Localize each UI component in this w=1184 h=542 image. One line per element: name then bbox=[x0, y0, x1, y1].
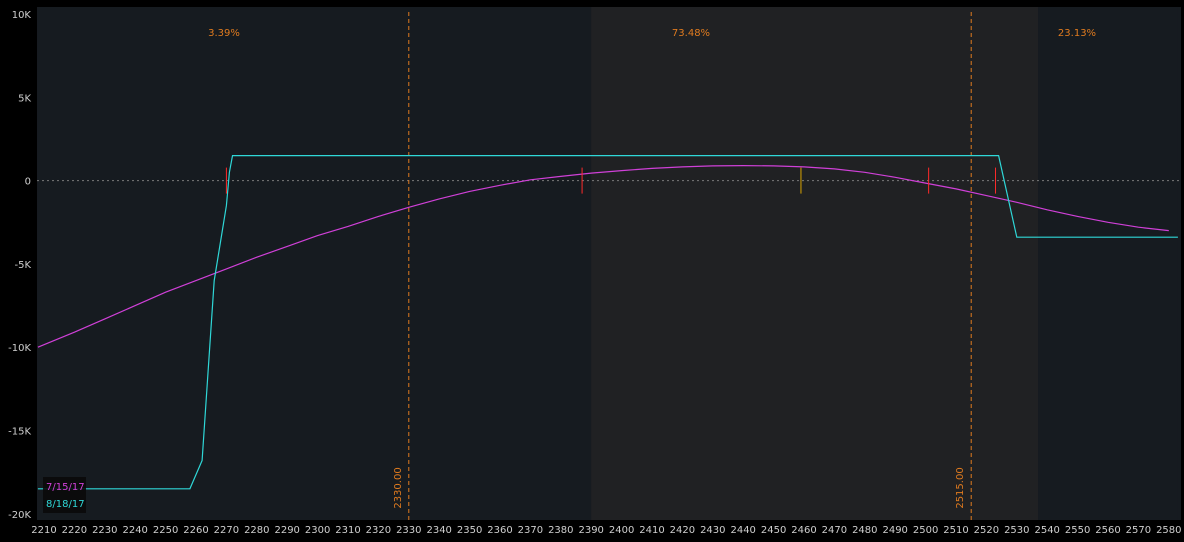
x-tick-label: 2510 bbox=[943, 525, 968, 536]
x-tick-label: 2500 bbox=[913, 525, 938, 536]
x-tick-label: 2410 bbox=[639, 525, 664, 536]
x-tick-label: 2270 bbox=[214, 525, 239, 536]
x-tick-label: 2250 bbox=[153, 525, 178, 536]
y-tick-label: -20K bbox=[8, 510, 31, 521]
x-tick-label: 2260 bbox=[183, 525, 208, 536]
payoff-chart: 3.39% 73.48% 23.13% 2330.00 2515.00 10K 5K 0 -… bbox=[8, 7, 1182, 536]
x-tick-label: 2520 bbox=[974, 525, 999, 536]
x-tick-label: 2380 bbox=[548, 525, 573, 536]
legend-entry: 7/15/17 bbox=[46, 482, 85, 493]
x-tick-label: 2240 bbox=[122, 525, 147, 536]
zone-percentage-label: 23.13% bbox=[1058, 28, 1096, 39]
probability-zones: 3.39% 73.48% 23.13% bbox=[37, 7, 1181, 520]
x-tick-label: 2310 bbox=[335, 525, 360, 536]
x-tick-label: 2540 bbox=[1034, 525, 1059, 536]
legend: 7/15/17 8/18/17 bbox=[43, 477, 86, 513]
x-tick-label: 2430 bbox=[700, 525, 725, 536]
legend-entry: 8/18/17 bbox=[46, 499, 85, 510]
y-tick-label: 10K bbox=[12, 10, 32, 21]
x-tick-label: 2390 bbox=[578, 525, 603, 536]
y-tick-label: 5K bbox=[18, 93, 31, 104]
x-tick-label: 2480 bbox=[852, 525, 877, 536]
x-axis: 2210 2220 2230 2240 2250 2260 2270 2280 2290 2300… bbox=[31, 525, 1181, 536]
zone-percentage-label: 3.39% bbox=[208, 28, 240, 39]
x-tick-label: 2400 bbox=[609, 525, 634, 536]
x-tick-label: 2560 bbox=[1095, 525, 1120, 536]
x-tick-label: 2570 bbox=[1126, 525, 1151, 536]
zone-percentage-label: 73.48% bbox=[672, 28, 710, 39]
y-tick-label: -10K bbox=[8, 343, 31, 354]
x-tick-label: 2280 bbox=[244, 525, 269, 536]
x-tick-label: 2550 bbox=[1065, 525, 1090, 536]
x-tick-label: 2220 bbox=[62, 525, 87, 536]
strike-line-label: 2515.00 bbox=[955, 467, 966, 508]
x-tick-label: 2290 bbox=[274, 525, 299, 536]
x-tick-label: 2460 bbox=[791, 525, 816, 536]
x-tick-label: 2320 bbox=[366, 525, 391, 536]
x-tick-label: 2420 bbox=[670, 525, 695, 536]
x-tick-label: 2210 bbox=[31, 525, 56, 536]
x-tick-label: 2450 bbox=[761, 525, 786, 536]
x-tick-label: 2470 bbox=[822, 525, 847, 536]
x-tick-label: 2350 bbox=[457, 525, 482, 536]
x-tick-label: 2530 bbox=[1004, 525, 1029, 536]
y-tick-label: -5K bbox=[14, 260, 31, 271]
x-tick-label: 2440 bbox=[730, 525, 755, 536]
x-tick-label: 2330 bbox=[396, 525, 421, 536]
x-tick-label: 2360 bbox=[487, 525, 512, 536]
y-tick-label: -15K bbox=[8, 427, 31, 438]
x-tick-label: 2490 bbox=[882, 525, 907, 536]
probability-zone bbox=[1038, 7, 1178, 520]
x-tick-label: 2340 bbox=[426, 525, 451, 536]
strike-line-label: 2330.00 bbox=[393, 467, 404, 508]
x-tick-label: 2370 bbox=[518, 525, 543, 536]
y-axis: 10K 5K 0 -5K -10K -15K -20K bbox=[8, 10, 31, 521]
x-tick-label: 2230 bbox=[92, 525, 117, 536]
x-tick-label: 2580 bbox=[1156, 525, 1181, 536]
y-tick-label: 0 bbox=[25, 177, 31, 188]
x-tick-label: 2300 bbox=[305, 525, 330, 536]
probability-zone bbox=[37, 7, 592, 520]
